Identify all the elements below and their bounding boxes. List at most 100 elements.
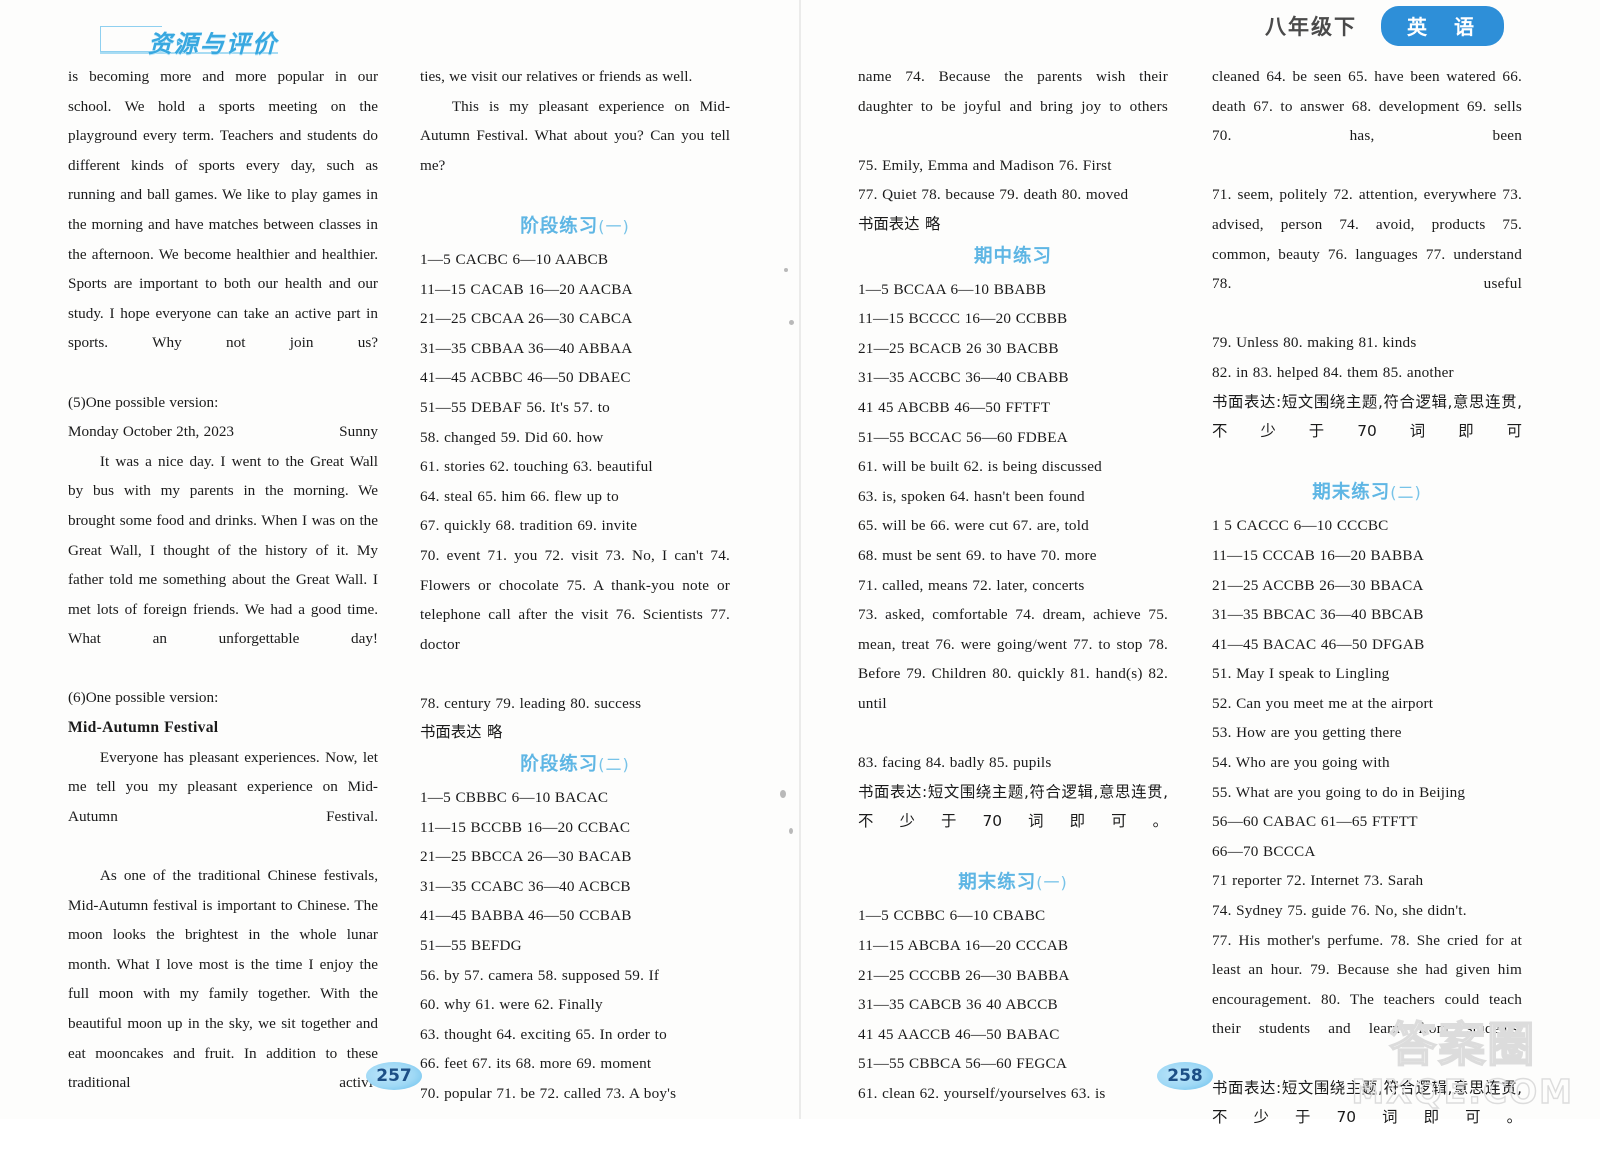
label-version-6: (6)One possible version: [68,689,219,707]
paragraph-midautumn-1: Everyone has pleasant experiences. Now, … [68,748,378,825]
section-heading-stage-practice-1: 阶段练习(一) [420,212,730,242]
answer-line: 1—5 BCCAA 6—10 BBABB [858,280,1047,298]
answer-line: 21—25 BCACB 26 30 BACBB [858,339,1059,357]
answer-line: 75. Emily, Emma and Madison 76. First [858,156,1112,174]
series-logo-text: 资源与评价 [148,30,278,58]
written-expression-note: 书面表达 略 [858,214,941,233]
section-heading-final-practice-2: 期末练习(二) [1212,478,1522,508]
answer-line: 52. Can you meet me at the airport [1212,694,1434,712]
answer-line: 51—55 DEBAF 56. It's 57. to [420,398,610,416]
answer-line: 53. How are you getting there [1212,724,1402,742]
section-heading-number: (一) [598,216,630,236]
answer-line: 65. will be 66. were cut 67. are, told [858,517,1089,535]
written-expression-note: 书面表达:短文围绕主题,符合逻辑,意思连贯,不少于70词即可 [1212,392,1522,441]
section-heading-final-practice-1: 期末练习(一) [858,868,1168,898]
essay-title-mid-autumn: Mid-Autumn Festival [68,719,219,737]
answer-line: 11—15 BCCBB 16—20 CCBAC [420,818,631,836]
answer-line: 67. quickly 68. tradition 69. invite [420,517,638,535]
text-column-4: cleaned 64. be seen 65. have been watere… [1212,62,1522,1162]
book-spine-shadow [799,0,801,1119]
answer-line: 55. What are you going to do in Beijing [1212,783,1466,801]
diary-date: Monday October 2th, 2023 [68,423,235,441]
answer-line: 73. asked, comfortable 74. dream, achiev… [858,606,1168,712]
answer-line: 64. steal 65. him 66. flew up to [420,487,619,505]
answer-line: 77. Quiet 78. because 79. death 80. move… [858,186,1129,204]
page-number-left: 257 [366,1062,422,1090]
answer-line: 66—70 BCCCA [1212,842,1316,860]
watermark-brand: 答案圈 [1388,1018,1537,1074]
answer-line: 61. will be built 62. is being discussed [858,458,1102,476]
answer-line: 82. in 83. helped 84. them 85. another [1212,363,1454,381]
section-heading-label: 阶段练习 [520,754,599,776]
answer-line: 71 reporter 72. Internet 73. Sarah [1212,872,1424,890]
header-logo-area: ·· ▸ 资源与评价 [100,12,400,58]
scan-speck [780,790,786,798]
answer-line: 21—25 CCCBB 26—30 BABBA [858,966,1070,984]
answer-line: 51—55 BCCAC 56—60 FDBEA [858,428,1068,446]
answer-line: 63. thought 64. exciting 65. In order to [420,1025,667,1043]
diary-weather: Sunny [339,423,378,441]
subject-badge: 英 语 [1381,6,1504,46]
section-heading-label: 期末练习 [958,872,1037,894]
paragraph-continuation: ties, we visit our relatives or friends … [420,68,693,85]
answer-line: 41—45 ACBBC 46—50 DBAEC [420,369,631,387]
answer-line: 31—35 CCABC 36—40 ACBCB [420,877,631,895]
text-column-2: ties, we visit our relatives or friends … [420,62,730,1109]
section-heading-stage-practice-2: 阶段练习(二) [420,750,730,780]
answer-line: 11—15 BCCCC 16—20 CCBBB [858,310,1068,328]
answer-line: 21—25 ACCBB 26—30 BBACA [1212,576,1424,594]
answer-line: name 74. Because the parents wish their … [858,68,1168,115]
answer-line: 31—35 CBBAA 36—40 ABBAA [420,339,633,357]
section-heading-number: (一) [1036,873,1068,893]
grade-label: 八年级下 [1265,15,1358,39]
paragraph-great-wall: It was a nice day. I went to the Great W… [68,452,378,648]
section-heading-number: (二) [1390,483,1422,503]
answer-line: 71. called, means 72. later, concerts [858,576,1085,594]
section-heading-midterm-practice: 期中练习 [858,242,1168,272]
answer-line: 66. feet 67. its 68. more 69. moment [420,1055,652,1073]
answer-line: 79. Unless 80. making 81. kinds [1212,334,1417,352]
answer-line: 1—5 CCBBC 6—10 CBABC [858,907,1046,925]
text-column-3: name 74. Because the parents wish their … [858,62,1168,1109]
section-heading-label: 阶段练习 [520,215,599,237]
answer-line: 61. stories 62. touching 63. beautiful [420,458,653,476]
answer-line: 1—5 CBBBC 6—10 BACAC [420,789,609,807]
answer-line: 1 5 CACCC 6—10 CCCBC [1212,517,1389,535]
page-number-right: 258 [1157,1062,1213,1090]
paragraph-midautumn-3: This is my pleasant experience on Mid-Au… [420,97,730,174]
answer-line: 58. changed 59. Did 60. how [420,428,604,446]
paragraph-sports: is becoming more and more popular in our… [68,68,378,352]
answer-line: 54. Who are you going with [1212,754,1390,772]
answer-line: 70. event 71. you 72. visit 73. No, I ca… [420,546,730,653]
answer-line: 63. is, spoken 64. hasn't been found [858,487,1085,505]
answer-line: 83. facing 84. badly 85. pupils [858,754,1052,772]
text-column-1: is becoming more and more popular in our… [68,62,378,1127]
answer-line: 60. why 61. were 62. Finally [420,996,603,1014]
answer-line: 41—45 BABBA 46—50 CCBAB [420,907,632,925]
label-version-5: (5)One possible version: [68,393,219,411]
answer-line: 70. popular 71. be 72. called 73. A boy'… [420,1085,677,1102]
scan-speck [789,828,793,834]
answer-line: cleaned 64. be seen 65. have been watere… [1212,68,1522,145]
answer-line: 1—5 CACBC 6—10 AABCB [420,250,609,268]
section-heading-number: (二) [598,755,630,775]
answer-line: 78. century 79. leading 80. success [420,694,642,712]
written-expression-note: 书面表达 略 [420,723,503,742]
answer-line: 21—25 BBCCA 26—30 BACAB [420,848,632,866]
answer-line: 51—55 CBBCA 56—60 FEGCA [858,1055,1068,1073]
section-heading-label: 期中练习 [973,245,1052,267]
answer-line: 21—25 CBCAA 26—30 CABCA [420,310,633,328]
watermark: 答案圈 MXQE.COM [1351,1018,1574,1112]
diary-dateline: Monday October 2th, 2023 Sunny [68,417,378,447]
answer-line: 31—35 CABCB 36 40 ABCCB [858,996,1058,1014]
answer-line: 51. May I speak to Lingling [1212,665,1390,683]
answer-line: 11—15 CACAB 16—20 AACBA [420,280,633,298]
answer-line: 61. clean 62. yourself/yourselves 63. is [858,1085,1106,1102]
answer-line: 41 45 ABCBB 46—50 FFTFT [858,398,1051,416]
scan-speck [784,268,788,272]
answer-line: 31—35 ACCBC 36—40 CBABB [858,369,1069,387]
answer-line: 51—55 BEFDG [420,937,522,955]
answer-line: 41 45 AACCB 46—50 BABAC [858,1025,1060,1043]
answer-line: 11—15 CCCAB 16—20 BABBA [1212,546,1424,564]
answer-line: 56—60 CABAC 61—65 FTFTT [1212,813,1418,831]
